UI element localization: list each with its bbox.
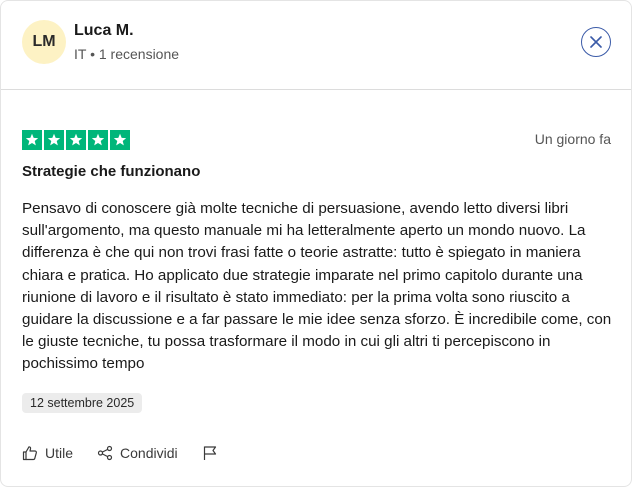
review-card: LM Luca M. IT • 1 recensione Un giorno f… bbox=[0, 0, 632, 487]
review-title: Strategie che funzionano bbox=[22, 163, 201, 180]
useful-label: Utile bbox=[45, 445, 74, 461]
share-label: Condividi bbox=[120, 445, 178, 461]
useful-button[interactable]: Utile bbox=[22, 445, 73, 461]
star-2 bbox=[44, 130, 64, 150]
experience-date-badge: 12 settembre 2025 bbox=[22, 393, 143, 413]
reviewer-meta: IT • 1 recensione bbox=[74, 46, 180, 62]
star-icon bbox=[47, 133, 61, 146]
star-5 bbox=[110, 130, 130, 150]
star-4 bbox=[88, 130, 108, 150]
share-icon bbox=[97, 445, 113, 461]
star-3 bbox=[66, 130, 86, 150]
avatar: LM bbox=[22, 20, 66, 64]
star-icon bbox=[25, 133, 39, 146]
close-button[interactable] bbox=[581, 27, 611, 57]
review-actions: Utile Condividi bbox=[22, 442, 249, 464]
star-rating bbox=[22, 130, 130, 150]
review-date-relative: Un giorno fa bbox=[534, 131, 611, 147]
reviewer-name[interactable]: Luca M. bbox=[74, 22, 134, 40]
share-button[interactable]: Condividi bbox=[97, 445, 178, 461]
star-1 bbox=[22, 130, 42, 150]
thumbs-up-icon bbox=[22, 446, 37, 461]
star-icon bbox=[69, 133, 83, 146]
review-header: LM Luca M. IT • 1 recensione bbox=[1, 1, 631, 90]
flag-icon bbox=[203, 446, 216, 460]
report-button[interactable] bbox=[202, 445, 225, 461]
review-body: Pensavo di conoscere già molte tecniche … bbox=[22, 200, 612, 373]
close-icon bbox=[590, 36, 602, 48]
star-icon bbox=[113, 133, 127, 146]
star-icon bbox=[91, 133, 105, 146]
